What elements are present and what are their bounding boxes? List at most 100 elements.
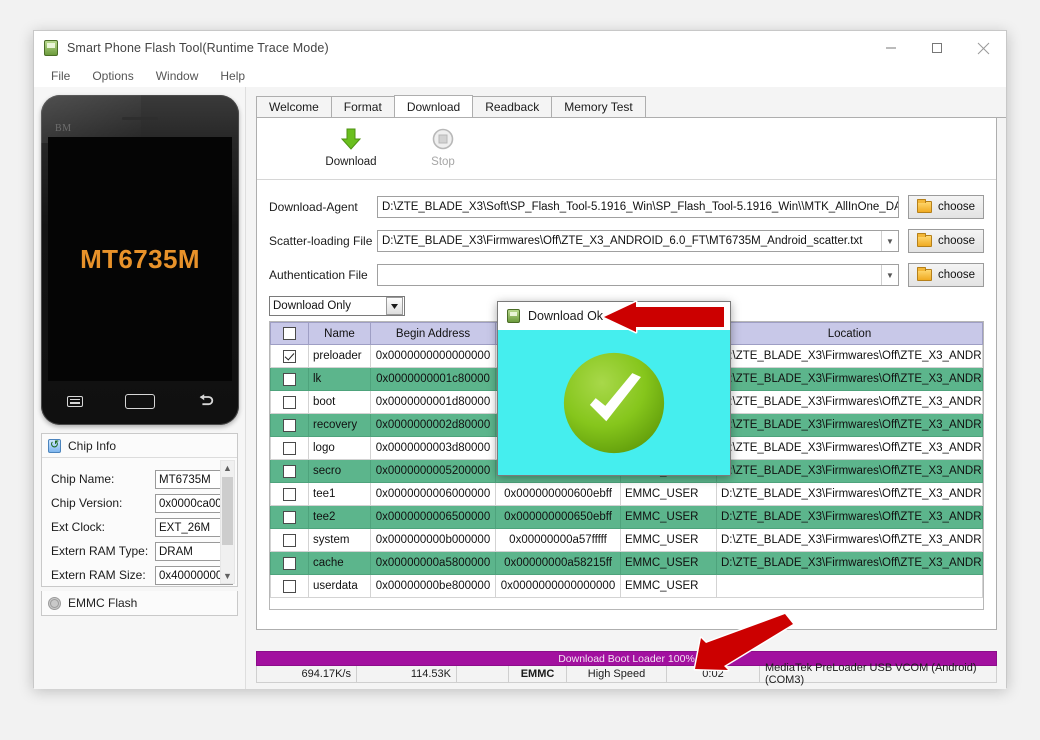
scroll-down-icon[interactable]: ▼ — [221, 569, 234, 583]
close-icon[interactable] — [960, 31, 1006, 65]
auth-file-combo[interactable]: ▼ — [377, 264, 899, 286]
table-row[interactable]: system 0x000000000b000000 0x00000000a57fff… — [270, 528, 983, 552]
menu-item-window[interactable]: Window — [145, 67, 210, 85]
stop-button[interactable]: Stop — [397, 118, 489, 179]
row-checkbox-cell[interactable] — [270, 551, 309, 575]
stop-circle-icon — [432, 128, 454, 150]
menu-nav-icon — [67, 396, 83, 407]
row-checkbox[interactable] — [283, 349, 296, 363]
screenshot-root: Smart Phone Flash Tool(Runtime Trace Mod… — [0, 0, 1040, 740]
phone-chip-label: MT6735M — [80, 243, 200, 274]
cell-end-address: 0x000000000650ebff — [495, 505, 621, 529]
cell-begin-address: 0x0000000001c80000 — [370, 367, 496, 391]
cell-end-address: 0x0000000000000000 — [495, 574, 621, 598]
chip-info-header[interactable]: Chip Info — [42, 434, 237, 458]
row-checkbox[interactable] — [283, 441, 296, 455]
status-speed: 694.17K/s — [257, 666, 357, 682]
folder-icon — [916, 267, 932, 281]
scatter-file-row: Scatter-loading File D:\ZTE_BLADE_X3\Fir… — [269, 228, 984, 254]
download-agent-choose-button[interactable]: choose — [908, 195, 984, 219]
row-checkbox-cell[interactable] — [270, 344, 309, 368]
row-checkbox[interactable] — [283, 487, 296, 501]
column-header-name[interactable]: Name — [308, 322, 371, 345]
scroll-up-icon[interactable]: ▲ — [221, 461, 234, 475]
row-checkbox[interactable] — [283, 464, 296, 478]
cell-location: D:\ZTE_BLADE_X3\Firmwares\Off\ZTE_X3_AND… — [716, 367, 983, 391]
download-agent-input[interactable]: D:\ZTE_BLADE_X3\Soft\SP_Flash_Tool-5.191… — [377, 196, 899, 218]
row-checkbox-cell[interactable] — [270, 482, 309, 506]
menu-item-options[interactable]: Options — [81, 67, 144, 85]
chip-info-body: Chip Name: MT6735M Chip Version: 0x0000c… — [42, 458, 237, 586]
scatter-file-combo[interactable]: D:\ZTE_BLADE_X3\Firmwares\Off\ZTE_X3_AND… — [377, 230, 899, 252]
row-checkbox[interactable] — [283, 418, 296, 432]
home-nav-icon — [125, 394, 155, 409]
phone-speaker-icon — [122, 117, 158, 120]
back-nav-icon — [199, 394, 214, 406]
phone-nav-bar — [41, 387, 239, 417]
auth-file-choose-button[interactable]: choose — [908, 263, 984, 287]
row-checkbox-cell[interactable] — [270, 574, 309, 598]
cell-end-address: 0x00000000a57fffff — [495, 528, 621, 552]
row-checkbox[interactable] — [283, 556, 296, 570]
phone-screen: MT6735M — [48, 137, 232, 381]
minimize-icon[interactable] — [868, 31, 914, 65]
row-checkbox-cell[interactable] — [270, 505, 309, 529]
row-checkbox-cell[interactable] — [270, 459, 309, 483]
select-all-checkbox[interactable] — [283, 327, 296, 340]
table-row[interactable]: tee2 0x0000000006500000 0x000000000650ebff… — [270, 505, 983, 529]
status-port: MediaTek PreLoader USB VCOM (Android) (C… — [765, 662, 977, 686]
scrollbar-thumb[interactable] — [222, 477, 233, 545]
status-bar: 694.17K/s 114.53K EMMC High Speed 0:02 M… — [256, 662, 997, 686]
chevron-down-icon[interactable]: ▼ — [881, 231, 898, 251]
download-button-label: Download — [325, 156, 377, 168]
chip-info-panel: Chip Info Chip Name: MT6735M Chip Versio… — [41, 433, 238, 587]
tab-download[interactable]: Download — [393, 95, 474, 117]
download-agent-row: Download-Agent D:\ZTE_BLADE_X3\Soft\SP_F… — [269, 194, 984, 220]
status-elapsed: 0:02 — [667, 666, 760, 682]
column-header-location[interactable]: Location — [716, 322, 983, 345]
dialog-close-icon[interactable] — [702, 306, 722, 326]
cell-begin-address: 0x000000000b000000 — [370, 528, 496, 552]
cell-end-address: 0x00000000a58215ff — [495, 551, 621, 575]
chevron-down-icon[interactable] — [386, 297, 403, 315]
tab-memory-test[interactable]: Memory Test — [551, 96, 646, 117]
table-row[interactable]: userdata 0x00000000be800000 0x000000000000… — [270, 574, 983, 598]
tab-welcome[interactable]: Welcome — [256, 96, 332, 117]
emmc-flash-header[interactable]: EMMC Flash — [42, 591, 237, 615]
tab-format[interactable]: Format — [330, 96, 395, 117]
scatter-file-choose-button[interactable]: choose — [908, 229, 984, 253]
table-row[interactable]: tee1 0x0000000006000000 0x000000000600ebff… — [270, 482, 983, 506]
row-checkbox-cell[interactable] — [270, 436, 309, 460]
chevron-down-icon[interactable]: ▼ — [881, 265, 898, 285]
menu-item-help[interactable]: Help — [209, 67, 256, 85]
stop-button-label: Stop — [431, 156, 455, 168]
tab-readback[interactable]: Readback — [472, 96, 553, 117]
chip-info-scrollbar[interactable]: ▲ ▼ — [220, 460, 235, 584]
maximize-icon[interactable] — [914, 31, 960, 65]
menu-bar: File Options Window Help — [34, 65, 1006, 87]
row-checkbox[interactable] — [283, 533, 296, 547]
download-arrow-icon — [340, 128, 362, 150]
row-checkbox-cell[interactable] — [270, 390, 309, 414]
chip-refresh-icon — [48, 438, 61, 453]
table-row[interactable]: cache 0x00000000a5800000 0x00000000a58215f… — [270, 551, 983, 575]
row-checkbox-cell[interactable] — [270, 367, 309, 391]
menu-item-file[interactable]: File — [40, 67, 81, 85]
select-all-header[interactable] — [270, 322, 309, 345]
cell-begin-address: 0x0000000006500000 — [370, 505, 496, 529]
column-header-begin-address[interactable]: Begin Address — [370, 322, 496, 345]
row-checkbox[interactable] — [283, 579, 296, 593]
download-ok-dialog: Download Ok — [497, 301, 731, 476]
cell-begin-address: 0x0000000001d80000 — [370, 390, 496, 414]
row-checkbox[interactable] — [283, 372, 296, 386]
download-mode-combo[interactable]: Download Only — [269, 296, 405, 316]
cell-begin-address: 0x00000000a5800000 — [370, 551, 496, 575]
row-checkbox-cell[interactable] — [270, 528, 309, 552]
cell-name: secro — [308, 459, 371, 483]
cell-region: EMMC_USER — [620, 574, 717, 598]
cell-name: userdata — [308, 574, 371, 598]
row-checkbox[interactable] — [283, 395, 296, 409]
row-checkbox[interactable] — [283, 510, 296, 524]
download-button[interactable]: Download — [305, 118, 397, 179]
row-checkbox-cell[interactable] — [270, 413, 309, 437]
